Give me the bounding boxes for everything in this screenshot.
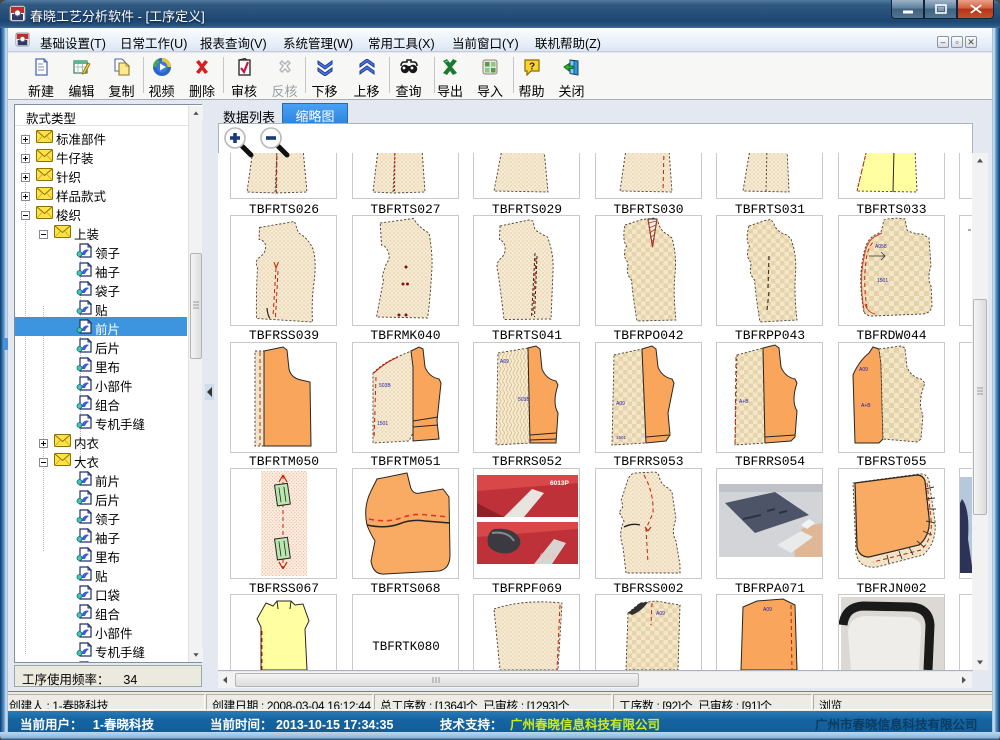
svg-text:A+B: A+B [739, 399, 749, 405]
svg-text:A09: A09 [616, 401, 625, 407]
svg-text:A09: A09 [500, 359, 509, 365]
svg-text:A09: A09 [763, 607, 772, 613]
svg-text:A+B: A+B [861, 403, 871, 409]
svg-text:1501: 1501 [877, 278, 888, 284]
svg-text:A09: A09 [859, 367, 868, 373]
svg-text:红双喜: 红双喜 [540, 552, 557, 560]
svg-text:6013P: 6013P [550, 480, 569, 487]
svg-text:1501: 1501 [377, 421, 388, 427]
svg-text:503B: 503B [379, 383, 391, 389]
svg-text:503B: 503B [518, 397, 530, 403]
svg-text:A058: A058 [875, 244, 887, 250]
svg-text:1501: 1501 [616, 435, 627, 440]
svg-text:A09: A09 [656, 611, 665, 617]
svg-text:TBFRTK080: TBFRTK080 [372, 640, 440, 654]
svg-text:?: ? [528, 62, 534, 73]
